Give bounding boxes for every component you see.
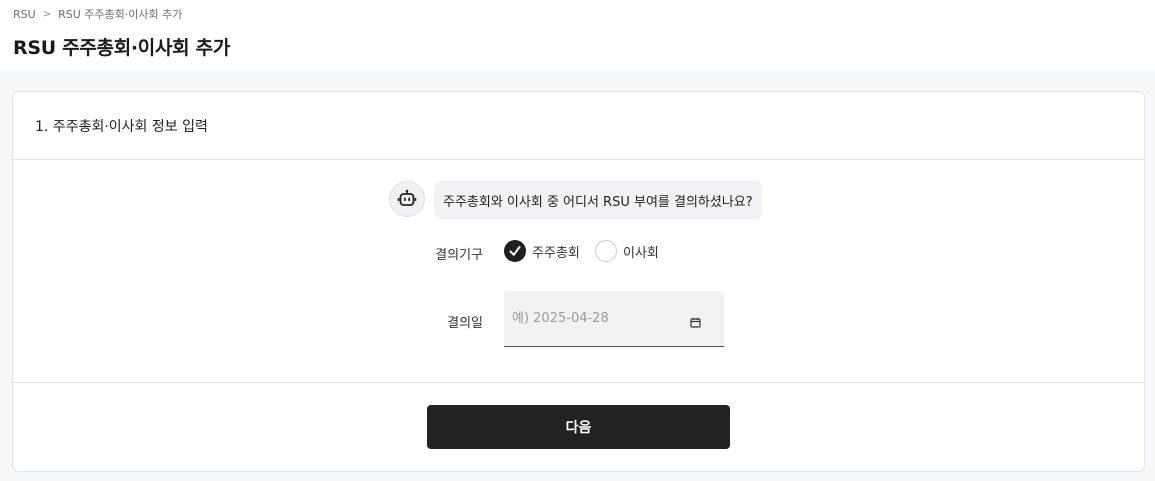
radio-circle[interactable] <box>595 240 617 262</box>
page-header: RSU > RSU 주주총회·이사회 추가 RSU 주주총회·이사회 추가 <box>0 0 1155 70</box>
assistant-question: 주주총회와 이사회 중 어디서 RSU 부여를 결의하셨나요? <box>434 181 762 219</box>
decision-body-label: 결의기구 <box>435 248 483 263</box>
breadcrumb: RSU > RSU 주주총회·이사회 추가 <box>13 6 182 22</box>
breadcrumb-item-current: RSU 주주총회·이사회 추가 <box>58 8 183 21</box>
radio-label-board: 이사회 <box>623 245 659 261</box>
breadcrumb-separator: > <box>42 8 52 20</box>
radio-board-meeting[interactable]: 이사회 <box>595 240 659 262</box>
card-footer: 다음 <box>13 382 1144 472</box>
breadcrumb-item-rsu[interactable]: RSU <box>13 8 36 21</box>
calendar-icon[interactable] <box>690 313 701 332</box>
page-title: RSU 주주총회·이사회 추가 <box>13 37 231 59</box>
next-button[interactable]: 다음 <box>427 405 730 449</box>
card-header: 1. 주주총회·이사회 정보 입력 <box>13 92 1144 160</box>
radio-shareholders-meeting[interactable]: 주주총회 <box>504 240 580 262</box>
form-card: 1. 주주총회·이사회 정보 입력 주주총회와 이사회 중 어디서 RSU 부여… <box>12 91 1145 472</box>
decision-date-label: 결의일 <box>447 316 483 331</box>
radio-label-shareholders: 주주총회 <box>532 245 580 261</box>
robot-icon <box>389 181 425 217</box>
section-title: 1. 주주총회·이사회 정보 입력 <box>35 118 208 135</box>
check-icon[interactable] <box>504 240 526 262</box>
